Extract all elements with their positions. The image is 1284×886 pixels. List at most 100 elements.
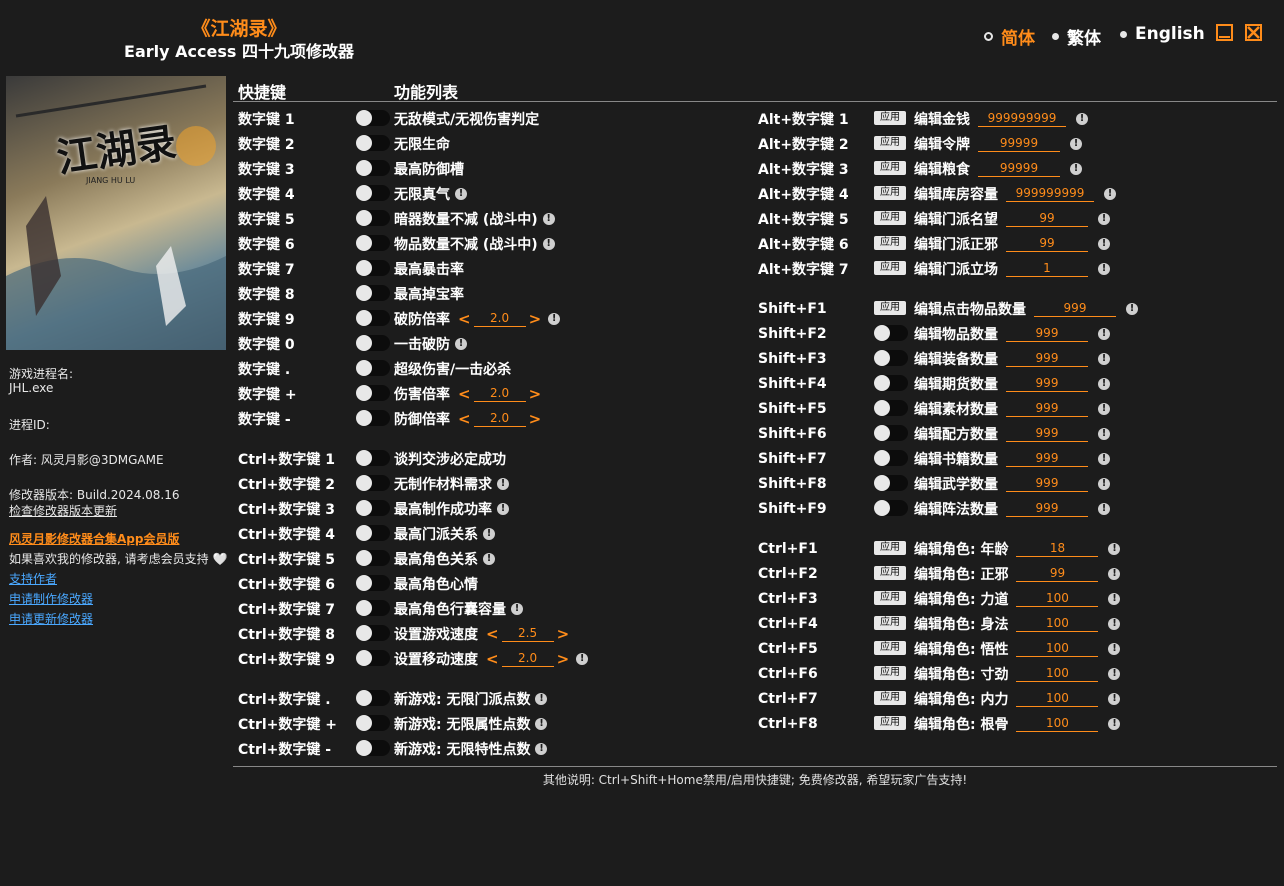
value-input[interactable]: 99 xyxy=(1016,566,1099,582)
value-input[interactable]: 2.5 xyxy=(501,626,554,642)
info-icon[interactable]: ! xyxy=(511,602,523,615)
cheat-toggle[interactable] xyxy=(874,325,908,341)
value-input[interactable]: 100 xyxy=(1016,641,1099,657)
cheat-toggle[interactable] xyxy=(356,600,390,616)
app-promo-link[interactable]: 风灵月影修改器合集App会员版 xyxy=(9,530,179,547)
increase-arrow[interactable]: > xyxy=(527,410,544,428)
info-icon[interactable]: ! xyxy=(455,337,467,350)
increase-arrow[interactable]: > xyxy=(555,625,572,643)
value-input[interactable]: 999999999 xyxy=(1006,186,1094,202)
check-update-link[interactable]: 检查修改器版本更新 xyxy=(9,502,117,519)
value-input[interactable]: 100 xyxy=(1016,666,1099,682)
value-input[interactable]: 999 xyxy=(1006,351,1088,367)
apply-button[interactable]: 应用 xyxy=(874,691,906,705)
apply-button[interactable]: 应用 xyxy=(874,716,906,730)
info-icon[interactable]: ! xyxy=(535,742,548,755)
info-icon[interactable]: ! xyxy=(1108,642,1121,655)
value-input[interactable]: 100 xyxy=(1016,716,1099,732)
cheat-toggle[interactable] xyxy=(356,410,390,426)
apply-button[interactable]: 应用 xyxy=(874,236,906,250)
info-icon[interactable]: ! xyxy=(1108,692,1121,705)
apply-button[interactable]: 应用 xyxy=(874,541,906,555)
minimize-icon[interactable] xyxy=(1216,24,1233,41)
support-author-link[interactable]: 支持作者 xyxy=(9,570,57,587)
info-icon[interactable]: ! xyxy=(1098,262,1110,275)
apply-button[interactable]: 应用 xyxy=(874,136,906,150)
info-icon[interactable]: ! xyxy=(483,527,495,540)
value-input[interactable]: 1 xyxy=(1006,261,1088,277)
value-input[interactable]: 999 xyxy=(1034,301,1116,317)
apply-button[interactable]: 应用 xyxy=(874,111,906,125)
cheat-toggle[interactable] xyxy=(874,475,908,491)
cheat-toggle[interactable] xyxy=(356,110,390,126)
cheat-toggle[interactable] xyxy=(356,715,390,731)
cheat-toggle[interactable] xyxy=(356,575,390,591)
cheat-toggle[interactable] xyxy=(356,335,390,351)
info-icon[interactable]: ! xyxy=(1098,452,1110,465)
apply-button[interactable]: 应用 xyxy=(874,566,906,580)
lang-option-english[interactable]: English xyxy=(1120,24,1205,44)
cheat-toggle[interactable] xyxy=(356,135,390,151)
value-input[interactable]: 100 xyxy=(1016,591,1099,607)
apply-button[interactable]: 应用 xyxy=(874,616,906,630)
info-icon[interactable]: ! xyxy=(1098,477,1110,490)
request-update-link[interactable]: 申请更新修改器 xyxy=(9,610,93,627)
info-icon[interactable]: ! xyxy=(1070,137,1082,150)
apply-button[interactable]: 应用 xyxy=(874,161,906,175)
value-input[interactable]: 2.0 xyxy=(473,411,526,427)
value-input[interactable]: 999 xyxy=(1006,476,1088,492)
value-input[interactable]: 99 xyxy=(1006,236,1088,252)
decrease-arrow[interactable]: < xyxy=(484,650,501,668)
value-input[interactable]: 2.0 xyxy=(473,311,526,327)
value-input[interactable]: 999 xyxy=(1006,451,1088,467)
info-icon[interactable]: ! xyxy=(455,187,467,200)
cheat-toggle[interactable] xyxy=(356,385,390,401)
cheat-toggle[interactable] xyxy=(874,400,908,416)
info-icon[interactable]: ! xyxy=(1098,427,1110,440)
cheat-toggle[interactable] xyxy=(874,500,908,516)
info-icon[interactable]: ! xyxy=(1098,327,1110,340)
info-icon[interactable]: ! xyxy=(1098,212,1110,225)
value-input[interactable]: 999 xyxy=(1006,326,1088,342)
cheat-toggle[interactable] xyxy=(356,690,390,706)
apply-button[interactable]: 应用 xyxy=(874,301,906,315)
cheat-toggle[interactable] xyxy=(874,375,908,391)
info-icon[interactable]: ! xyxy=(1098,237,1110,250)
decrease-arrow[interactable]: < xyxy=(456,310,473,328)
value-input[interactable]: 2.0 xyxy=(501,651,554,667)
decrease-arrow[interactable]: < xyxy=(456,385,473,403)
value-input[interactable]: 99999 xyxy=(978,136,1060,152)
cheat-toggle[interactable] xyxy=(874,350,908,366)
value-input[interactable]: 999 xyxy=(1006,426,1088,442)
info-icon[interactable]: ! xyxy=(1108,542,1121,555)
increase-arrow[interactable]: > xyxy=(527,385,544,403)
cheat-toggle[interactable] xyxy=(356,260,390,276)
cheat-toggle[interactable] xyxy=(356,285,390,301)
value-input[interactable]: 99 xyxy=(1006,211,1088,227)
apply-button[interactable]: 应用 xyxy=(874,186,906,200)
cheat-toggle[interactable] xyxy=(356,500,390,516)
info-icon[interactable]: ! xyxy=(1126,302,1138,315)
cheat-toggle[interactable] xyxy=(874,450,908,466)
cheat-toggle[interactable] xyxy=(356,210,390,226)
info-icon[interactable]: ! xyxy=(1104,187,1116,200)
info-icon[interactable]: ! xyxy=(1098,352,1110,365)
info-icon[interactable]: ! xyxy=(1108,717,1121,730)
increase-arrow[interactable]: > xyxy=(527,310,544,328)
cheat-toggle[interactable] xyxy=(356,740,390,756)
info-icon[interactable]: ! xyxy=(542,212,555,225)
apply-button[interactable]: 应用 xyxy=(874,641,906,655)
info-icon[interactable]: ! xyxy=(1108,567,1121,580)
value-input[interactable]: 18 xyxy=(1016,541,1099,557)
value-input[interactable]: 999999999 xyxy=(978,111,1066,127)
lang-option-traditional[interactable]: 繁体 xyxy=(1052,24,1101,49)
request-trainer-link[interactable]: 申请制作修改器 xyxy=(9,590,93,607)
info-icon[interactable]: ! xyxy=(1098,377,1110,390)
info-icon[interactable]: ! xyxy=(1098,402,1110,415)
value-input[interactable]: 999 xyxy=(1006,401,1088,417)
value-input[interactable]: 2.0 xyxy=(473,386,526,402)
info-icon[interactable]: ! xyxy=(497,502,509,515)
value-input[interactable]: 999 xyxy=(1006,376,1088,392)
info-icon[interactable]: ! xyxy=(1076,112,1088,125)
cheat-toggle[interactable] xyxy=(356,160,390,176)
